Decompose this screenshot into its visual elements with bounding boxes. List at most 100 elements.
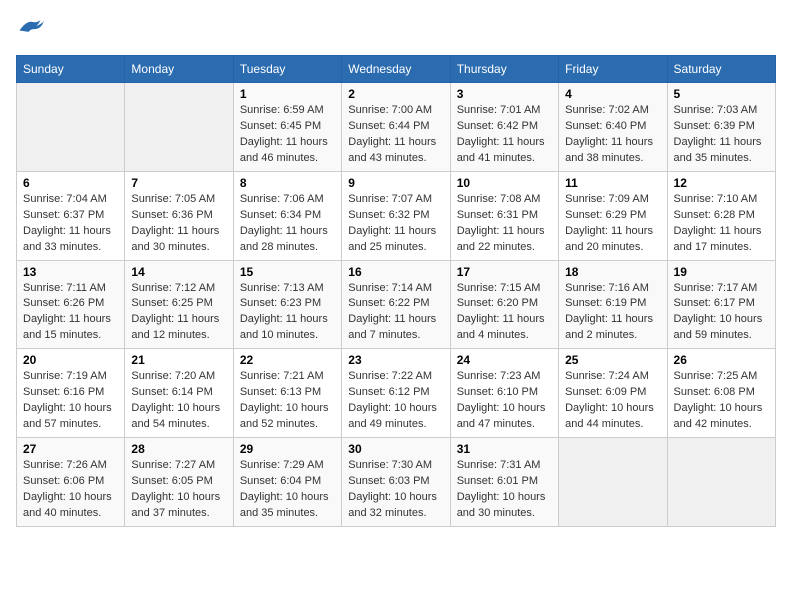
day-number: 21 — [131, 353, 226, 367]
calendar-cell: 28 Sunrise: 7:27 AM Sunset: 6:05 PM Dayli… — [125, 438, 233, 527]
calendar-cell: 9 Sunrise: 7:07 AM Sunset: 6:32 PM Daylig… — [342, 171, 450, 260]
day-number: 18 — [565, 265, 660, 279]
calendar-cell — [17, 83, 125, 172]
calendar-table: SundayMondayTuesdayWednesdayThursdayFrid… — [16, 55, 776, 527]
day-number: 4 — [565, 87, 660, 101]
day-info: Sunrise: 7:00 AM Sunset: 6:44 PM Dayligh… — [348, 103, 443, 167]
day-number: 22 — [240, 353, 335, 367]
calendar-cell: 16 Sunrise: 7:14 AM Sunset: 6:22 PM Dayli… — [342, 260, 450, 349]
calendar-cell: 26 Sunrise: 7:25 AM Sunset: 6:08 PM Dayli… — [667, 349, 775, 438]
day-info: Sunrise: 7:24 AM Sunset: 6:09 PM Dayligh… — [565, 369, 660, 433]
day-info: Sunrise: 7:06 AM Sunset: 6:34 PM Dayligh… — [240, 192, 335, 256]
day-number: 27 — [23, 442, 118, 456]
day-info: Sunrise: 7:30 AM Sunset: 6:03 PM Dayligh… — [348, 458, 443, 522]
day-info: Sunrise: 7:20 AM Sunset: 6:14 PM Dayligh… — [131, 369, 226, 433]
calendar-cell: 17 Sunrise: 7:15 AM Sunset: 6:20 PM Dayli… — [450, 260, 558, 349]
calendar-cell: 2Sunrise: 7:00 AM Sunset: 6:44 PM Daylig… — [342, 83, 450, 172]
day-info: Sunrise: 7:07 AM Sunset: 6:32 PM Dayligh… — [348, 192, 443, 256]
day-header-saturday: Saturday — [667, 56, 775, 83]
calendar-week-2: 13 Sunrise: 7:11 AM Sunset: 6:26 PM Dayli… — [17, 260, 776, 349]
calendar-cell: 8 Sunrise: 7:06 AM Sunset: 6:34 PM Daylig… — [233, 171, 341, 260]
day-number: 16 — [348, 265, 443, 279]
calendar-week-3: 20 Sunrise: 7:19 AM Sunset: 6:16 PM Dayli… — [17, 349, 776, 438]
day-number: 19 — [674, 265, 769, 279]
day-info: Sunrise: 7:04 AM Sunset: 6:37 PM Dayligh… — [23, 192, 118, 256]
day-info: Sunrise: 7:05 AM Sunset: 6:36 PM Dayligh… — [131, 192, 226, 256]
logo — [16, 16, 48, 43]
day-number: 3 — [457, 87, 552, 101]
day-number: 10 — [457, 176, 552, 190]
calendar-cell: 7 Sunrise: 7:05 AM Sunset: 6:36 PM Daylig… — [125, 171, 233, 260]
day-number: 5 — [674, 87, 769, 101]
calendar-cell: 25 Sunrise: 7:24 AM Sunset: 6:09 PM Dayli… — [559, 349, 667, 438]
day-info: Sunrise: 7:09 AM Sunset: 6:29 PM Dayligh… — [565, 192, 660, 256]
day-number: 29 — [240, 442, 335, 456]
day-info: Sunrise: 7:15 AM Sunset: 6:20 PM Dayligh… — [457, 281, 552, 345]
day-header-sunday: Sunday — [17, 56, 125, 83]
day-info: Sunrise: 7:22 AM Sunset: 6:12 PM Dayligh… — [348, 369, 443, 433]
calendar-cell — [125, 83, 233, 172]
calendar-cell: 11 Sunrise: 7:09 AM Sunset: 6:29 PM Dayli… — [559, 171, 667, 260]
day-info: Sunrise: 7:10 AM Sunset: 6:28 PM Dayligh… — [674, 192, 769, 256]
day-info: Sunrise: 7:11 AM Sunset: 6:26 PM Dayligh… — [23, 281, 118, 345]
calendar-cell: 12 Sunrise: 7:10 AM Sunset: 6:28 PM Dayli… — [667, 171, 775, 260]
day-info: Sunrise: 7:16 AM Sunset: 6:19 PM Dayligh… — [565, 281, 660, 345]
day-header-friday: Friday — [559, 56, 667, 83]
calendar-cell — [667, 438, 775, 527]
calendar-cell: 23Sunrise: 7:22 AM Sunset: 6:12 PM Dayli… — [342, 349, 450, 438]
calendar-cell: 18 Sunrise: 7:16 AM Sunset: 6:19 PM Dayli… — [559, 260, 667, 349]
day-number: 25 — [565, 353, 660, 367]
calendar-cell: 20 Sunrise: 7:19 AM Sunset: 6:16 PM Dayli… — [17, 349, 125, 438]
day-number: 28 — [131, 442, 226, 456]
calendar-cell: 19 Sunrise: 7:17 AM Sunset: 6:17 PM Dayli… — [667, 260, 775, 349]
day-info: Sunrise: 7:27 AM Sunset: 6:05 PM Dayligh… — [131, 458, 226, 522]
day-header-monday: Monday — [125, 56, 233, 83]
day-number: 6 — [23, 176, 118, 190]
day-number: 12 — [674, 176, 769, 190]
calendar-cell: 27Sunrise: 7:26 AM Sunset: 6:06 PM Dayli… — [17, 438, 125, 527]
day-info: Sunrise: 7:12 AM Sunset: 6:25 PM Dayligh… — [131, 281, 226, 345]
day-info: Sunrise: 7:29 AM Sunset: 6:04 PM Dayligh… — [240, 458, 335, 522]
day-info: Sunrise: 7:31 AM Sunset: 6:01 PM Dayligh… — [457, 458, 552, 522]
calendar-cell: 15 Sunrise: 7:13 AM Sunset: 6:23 PM Dayli… — [233, 260, 341, 349]
day-number: 14 — [131, 265, 226, 279]
day-number: 13 — [23, 265, 118, 279]
calendar-cell: 5Sunrise: 7:03 AM Sunset: 6:39 PM Daylig… — [667, 83, 775, 172]
day-info: Sunrise: 7:01 AM Sunset: 6:42 PM Dayligh… — [457, 103, 552, 167]
day-number: 1 — [240, 87, 335, 101]
calendar-cell: 1 Sunrise: 6:59 AM Sunset: 6:45 PM Daylig… — [233, 83, 341, 172]
calendar-cell: 3 Sunrise: 7:01 AM Sunset: 6:42 PM Daylig… — [450, 83, 558, 172]
day-info: Sunrise: 7:08 AM Sunset: 6:31 PM Dayligh… — [457, 192, 552, 256]
day-info: Sunrise: 7:02 AM Sunset: 6:40 PM Dayligh… — [565, 103, 660, 167]
day-number: 26 — [674, 353, 769, 367]
day-header-thursday: Thursday — [450, 56, 558, 83]
calendar-cell: 24Sunrise: 7:23 AM Sunset: 6:10 PM Dayli… — [450, 349, 558, 438]
calendar-cell: 29 Sunrise: 7:29 AM Sunset: 6:04 PM Dayli… — [233, 438, 341, 527]
day-info: Sunrise: 6:59 AM Sunset: 6:45 PM Dayligh… — [240, 103, 335, 167]
day-info: Sunrise: 7:14 AM Sunset: 6:22 PM Dayligh… — [348, 281, 443, 345]
calendar-cell: 4 Sunrise: 7:02 AM Sunset: 6:40 PM Daylig… — [559, 83, 667, 172]
day-number: 7 — [131, 176, 226, 190]
calendar-cell: 10 Sunrise: 7:08 AM Sunset: 6:31 PM Dayli… — [450, 171, 558, 260]
calendar-header-row: SundayMondayTuesdayWednesdayThursdayFrid… — [17, 56, 776, 83]
day-info: Sunrise: 7:21 AM Sunset: 6:13 PM Dayligh… — [240, 369, 335, 433]
day-number: 8 — [240, 176, 335, 190]
day-number: 15 — [240, 265, 335, 279]
day-number: 17 — [457, 265, 552, 279]
calendar-cell: 14 Sunrise: 7:12 AM Sunset: 6:25 PM Dayli… — [125, 260, 233, 349]
calendar-cell: 30Sunrise: 7:30 AM Sunset: 6:03 PM Dayli… — [342, 438, 450, 527]
page-header — [16, 16, 776, 43]
calendar-week-4: 27Sunrise: 7:26 AM Sunset: 6:06 PM Dayli… — [17, 438, 776, 527]
calendar-cell: 22 Sunrise: 7:21 AM Sunset: 6:13 PM Dayli… — [233, 349, 341, 438]
day-info: Sunrise: 7:17 AM Sunset: 6:17 PM Dayligh… — [674, 281, 769, 345]
day-number: 11 — [565, 176, 660, 190]
calendar-cell: 21 Sunrise: 7:20 AM Sunset: 6:14 PM Dayli… — [125, 349, 233, 438]
calendar-cell: 13 Sunrise: 7:11 AM Sunset: 6:26 PM Dayli… — [17, 260, 125, 349]
day-number: 20 — [23, 353, 118, 367]
day-info: Sunrise: 7:19 AM Sunset: 6:16 PM Dayligh… — [23, 369, 118, 433]
calendar-week-1: 6 Sunrise: 7:04 AM Sunset: 6:37 PM Daylig… — [17, 171, 776, 260]
day-info: Sunrise: 7:23 AM Sunset: 6:10 PM Dayligh… — [457, 369, 552, 433]
day-info: Sunrise: 7:25 AM Sunset: 6:08 PM Dayligh… — [674, 369, 769, 433]
day-info: Sunrise: 7:13 AM Sunset: 6:23 PM Dayligh… — [240, 281, 335, 345]
day-number: 9 — [348, 176, 443, 190]
